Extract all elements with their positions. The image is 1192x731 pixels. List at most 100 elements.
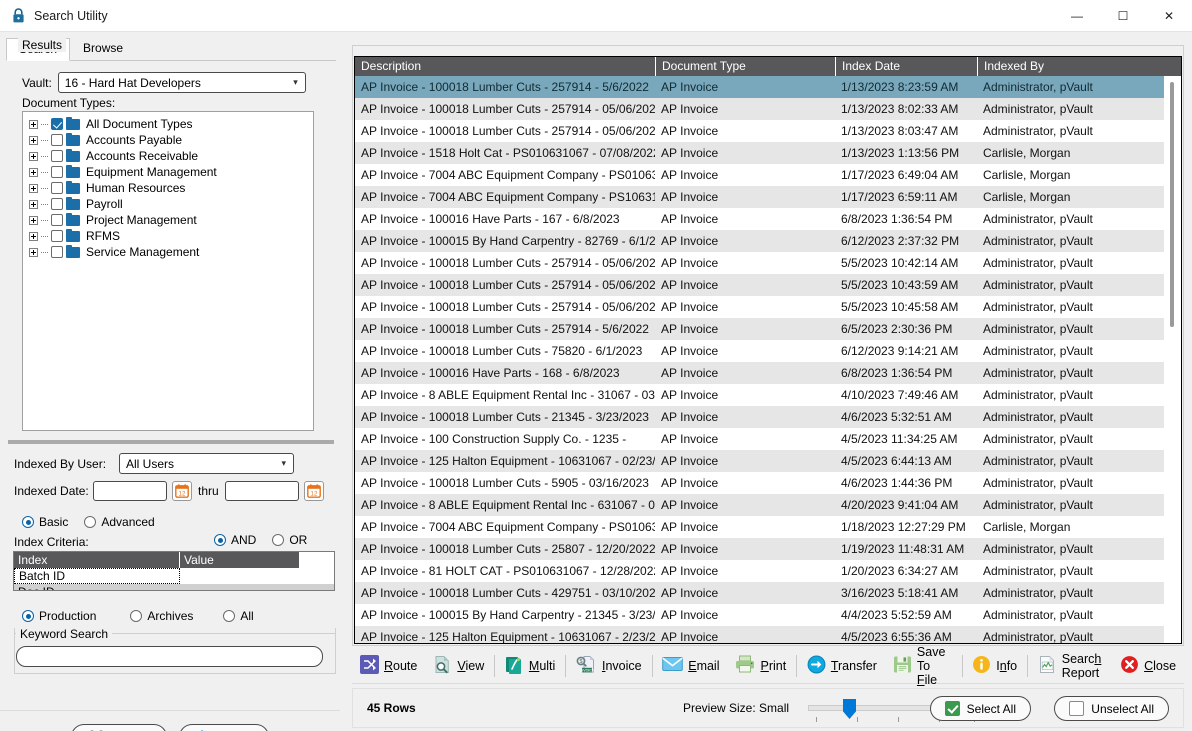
expand-icon[interactable]: [29, 199, 38, 209]
save-to-file-button[interactable]: Save To File: [885, 645, 960, 687]
table-row[interactable]: AP Invoice - 100015 By Hand Carpentry - …: [355, 604, 1181, 626]
tree-node-rfms[interactable]: RFMS: [23, 228, 313, 244]
index-criteria-grid[interactable]: Index Value Batch ID Doc ID: [13, 551, 335, 591]
document-types-tree[interactable]: All Document Types Accounts Payable Acco…: [22, 111, 314, 431]
tree-checkbox[interactable]: [51, 166, 63, 178]
search-report-button[interactable]: Search Report: [1030, 651, 1112, 681]
table-row[interactable]: AP Invoice - 100018 Lumber Cuts - 257914…: [355, 76, 1181, 98]
expand-icon[interactable]: [29, 247, 38, 257]
table-row[interactable]: AP Invoice - 100018 Lumber Cuts - 257914…: [355, 120, 1181, 142]
tab-browse[interactable]: Browse: [70, 37, 136, 60]
slider-thumb[interactable]: [843, 699, 856, 719]
table-row[interactable]: AP Invoice - 100018 Lumber Cuts - 25807 …: [355, 538, 1181, 560]
close-window-button[interactable]: ✕: [1146, 0, 1192, 32]
table-row[interactable]: AP Invoice - 100018 Lumber Cuts - 257914…: [355, 98, 1181, 120]
radio-archives[interactable]: [130, 610, 143, 622]
tree-checkbox[interactable]: [51, 182, 63, 194]
expand-icon[interactable]: [29, 231, 38, 241]
keyword-search-input[interactable]: [16, 646, 323, 667]
table-row[interactable]: AP Invoice - 100018 Lumber Cuts - 5905 -…: [355, 472, 1181, 494]
radio-all[interactable]: [223, 610, 236, 622]
expand-icon[interactable]: [29, 215, 38, 225]
results-vertical-scrollbar[interactable]: [1164, 76, 1181, 643]
tree-node-accounts-payable[interactable]: Accounts Payable: [23, 132, 313, 148]
expand-icon[interactable]: [29, 151, 38, 161]
reset-button[interactable]: Reset: [179, 723, 269, 731]
search-button[interactable]: Search: [71, 723, 168, 731]
expand-icon[interactable]: [29, 167, 38, 177]
table-row[interactable]: AP Invoice - 81 HOLT CAT - PS010631067 -…: [355, 560, 1181, 582]
expand-icon[interactable]: [29, 119, 38, 129]
tree-node-equipment-management[interactable]: Equipment Management: [23, 164, 313, 180]
indexed-by-user-select[interactable]: All Users ▾: [119, 453, 294, 474]
indexed-date-from-input[interactable]: [93, 481, 167, 501]
unselect-all-button[interactable]: Unselect All: [1054, 696, 1169, 721]
table-row[interactable]: AP Invoice - 8 ABLE Equipment Rental Inc…: [355, 384, 1181, 406]
tree-node-human-resources[interactable]: Human Resources: [23, 180, 313, 196]
expand-icon[interactable]: [29, 183, 38, 193]
criteria-row-batch-id[interactable]: Batch ID: [14, 568, 334, 584]
table-row[interactable]: AP Invoice - 100 Construction Supply Co.…: [355, 428, 1181, 450]
info-button[interactable]: Info: [964, 651, 1025, 681]
table-row[interactable]: AP Invoice - 100018 Lumber Cuts - 257914…: [355, 318, 1181, 340]
scrollbar-thumb[interactable]: [1170, 82, 1174, 327]
email-button[interactable]: Email: [654, 651, 727, 681]
tree-node-all-document-types[interactable]: All Document Types: [23, 116, 313, 132]
criteria-cell-index[interactable]: Doc ID: [14, 585, 180, 590]
radio-advanced[interactable]: [84, 516, 97, 528]
close-button[interactable]: Close: [1112, 651, 1184, 681]
table-row[interactable]: AP Invoice - 100018 Lumber Cuts - 257914…: [355, 296, 1181, 318]
tree-checkbox[interactable]: [51, 134, 63, 146]
table-row[interactable]: AP Invoice - 1518 Holt Cat - PS010631067…: [355, 142, 1181, 164]
transfer-button[interactable]: Transfer: [799, 651, 885, 681]
print-button[interactable]: Print: [727, 651, 794, 681]
route-button[interactable]: Route: [352, 651, 425, 681]
tree-checkbox[interactable]: [51, 230, 63, 242]
table-row[interactable]: AP Invoice - 8 ABLE Equipment Rental Inc…: [355, 494, 1181, 516]
criteria-cell-index[interactable]: Batch ID: [14, 568, 180, 584]
column-header-indexed-by[interactable]: Indexed By: [977, 57, 1181, 76]
maximize-button[interactable]: ☐: [1100, 0, 1146, 32]
select-all-button[interactable]: Select All: [929, 696, 1031, 721]
calendar-icon-to[interactable]: 12: [303, 481, 324, 501]
table-row[interactable]: AP Invoice - 100018 Lumber Cuts - 21345 …: [355, 406, 1181, 428]
radio-or[interactable]: [272, 534, 285, 546]
column-header-description[interactable]: Description: [355, 57, 655, 76]
tree-checkbox[interactable]: [51, 214, 63, 226]
tree-node-payroll[interactable]: Payroll: [23, 196, 313, 212]
view-button[interactable]: View: [425, 651, 492, 681]
results-table[interactable]: Description Document Type Index Date Ind…: [354, 56, 1182, 644]
tree-checkbox[interactable]: [51, 118, 63, 130]
vault-select[interactable]: 16 - Hard Hat Developers ▾: [57, 72, 306, 93]
table-row[interactable]: AP Invoice - 7004 ABC Equipment Company …: [355, 186, 1181, 208]
table-row[interactable]: AP Invoice - 7004 ABC Equipment Company …: [355, 164, 1181, 186]
table-row[interactable]: AP Invoice - 100018 Lumber Cuts - 257914…: [355, 274, 1181, 296]
multi-button[interactable]: Multi: [497, 651, 563, 681]
tree-checkbox[interactable]: [51, 246, 63, 258]
column-header-document-type[interactable]: Document Type: [655, 57, 835, 76]
table-row[interactable]: AP Invoice - 100018 Lumber Cuts - 75820 …: [355, 340, 1181, 362]
expand-icon[interactable]: [29, 135, 38, 145]
table-row[interactable]: AP Invoice - 125 Halton Equipment - 1063…: [355, 626, 1181, 643]
radio-basic[interactable]: [22, 516, 34, 528]
minimize-button[interactable]: —: [1054, 0, 1100, 32]
indexed-date-to-input[interactable]: [224, 481, 299, 501]
table-row[interactable]: AP Invoice - 100016 Have Parts - 168 - 6…: [355, 362, 1181, 384]
table-row[interactable]: AP Invoice - 100018 Lumber Cuts - 429751…: [355, 582, 1181, 604]
invoice-button[interactable]: $ INVOICE Invoice: [568, 651, 650, 681]
calendar-icon-from[interactable]: 12: [172, 481, 192, 501]
table-row[interactable]: AP Invoice - 100016 Have Parts - 167 - 6…: [355, 208, 1181, 230]
criteria-row-doc-id[interactable]: Doc ID: [14, 584, 334, 590]
table-row[interactable]: AP Invoice - 100018 Lumber Cuts - 257914…: [355, 252, 1181, 274]
tree-node-service-management[interactable]: Service Management: [23, 244, 313, 260]
table-row[interactable]: AP Invoice - 100015 By Hand Carpentry - …: [355, 230, 1181, 252]
radio-production[interactable]: [22, 610, 34, 622]
tree-checkbox[interactable]: [51, 198, 63, 210]
radio-and[interactable]: [214, 534, 226, 546]
tree-node-accounts-receivable[interactable]: Accounts Receivable: [23, 148, 313, 164]
column-header-index-date[interactable]: Index Date: [835, 57, 977, 76]
table-row[interactable]: AP Invoice - 125 Halton Equipment - 1063…: [355, 450, 1181, 472]
tree-node-project-management[interactable]: Project Management: [23, 212, 313, 228]
table-row[interactable]: AP Invoice - 7004 ABC Equipment Company …: [355, 516, 1181, 538]
tree-checkbox[interactable]: [51, 150, 63, 162]
